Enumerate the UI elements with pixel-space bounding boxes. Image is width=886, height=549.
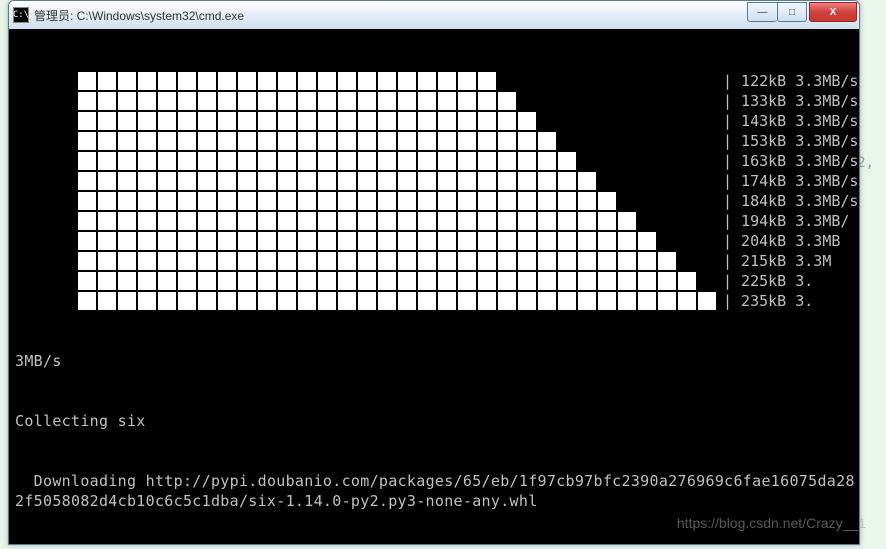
progress-bar [77,271,717,291]
progress-status: | 184kB 3.3MB/s [723,191,858,211]
output-line: Collecting six [9,411,855,431]
progress-row: | 143kB 3.3MB/s eta 0: [77,111,859,131]
progress-bar [77,71,717,91]
minimize-button[interactable]: — [747,2,777,22]
progress-row: | 225kB 3. [77,271,859,291]
progress-row: | 122kB 3.3MB/s eta 0:00: [77,71,859,91]
progress-status: | 174kB 3.3MB/s e [723,171,859,191]
progress-status: | 133kB 3.3MB/s eta 0:0 [723,91,859,111]
progress-status: | 194kB 3.3MB/ [723,211,849,231]
cmd-window: C:\ 管理员: C:\Windows\system32\cmd.exe — □… [8,0,860,545]
progress-bar [77,211,717,231]
terminal[interactable]: | 122kB 3.3MB/s eta 0:00:| 133kB 3.3MB/s… [9,29,859,544]
watermark: https://blog.csdn.net/Crazy__1 [677,515,866,531]
progress-status: | 153kB 3.3MB/s eta [723,131,859,151]
progress-status: | 163kB 3.3MB/s eta [723,151,859,171]
progress-row: | 153kB 3.3MB/s eta [77,131,859,151]
progress-status: | 235kB 3. [723,291,813,311]
close-button[interactable]: X [809,2,857,22]
progress-bar [77,291,717,311]
cmd-icon: C:\ [13,7,29,23]
download-progress-block: | 122kB 3.3MB/s eta 0:00:| 133kB 3.3MB/s… [9,71,859,311]
progress-row: | 204kB 3.3MB [77,231,859,251]
maximize-button[interactable]: □ [777,2,807,22]
progress-bar [77,111,717,131]
progress-bar [77,151,717,171]
progress-bar [77,171,717,191]
output-line: Downloading http://pypi.doubanio.com/pac… [9,471,855,511]
titlebar[interactable]: C:\ 管理员: C:\Windows\system32\cmd.exe — □… [9,1,859,29]
progress-status: | 143kB 3.3MB/s eta 0: [723,111,859,131]
progress-row: | 133kB 3.3MB/s eta 0:0 [77,91,859,111]
progress-row: | 194kB 3.3MB/ [77,211,859,231]
progress-status: | 215kB 3.3M [723,251,831,271]
progress-status: | 204kB 3.3MB [723,231,840,251]
progress-bar [77,131,717,151]
progress-bar [77,91,717,111]
progress-status: | 122kB 3.3MB/s eta 0:00: [723,71,859,91]
progress-row: | 184kB 3.3MB/s [77,191,859,211]
progress-bar [77,191,717,211]
progress-bar [77,251,717,271]
window-buttons: — □ X [747,2,857,22]
progress-row: | 174kB 3.3MB/s e [77,171,859,191]
output-line: 3MB/s [9,351,855,371]
progress-row: | 235kB 3. [77,291,859,311]
progress-bar [77,231,717,251]
progress-status: | 225kB 3. [723,271,813,291]
progress-row: | 163kB 3.3MB/s eta [77,151,859,171]
progress-row: | 215kB 3.3M [77,251,859,271]
window-title: 管理员: C:\Windows\system32\cmd.exe [34,7,747,24]
